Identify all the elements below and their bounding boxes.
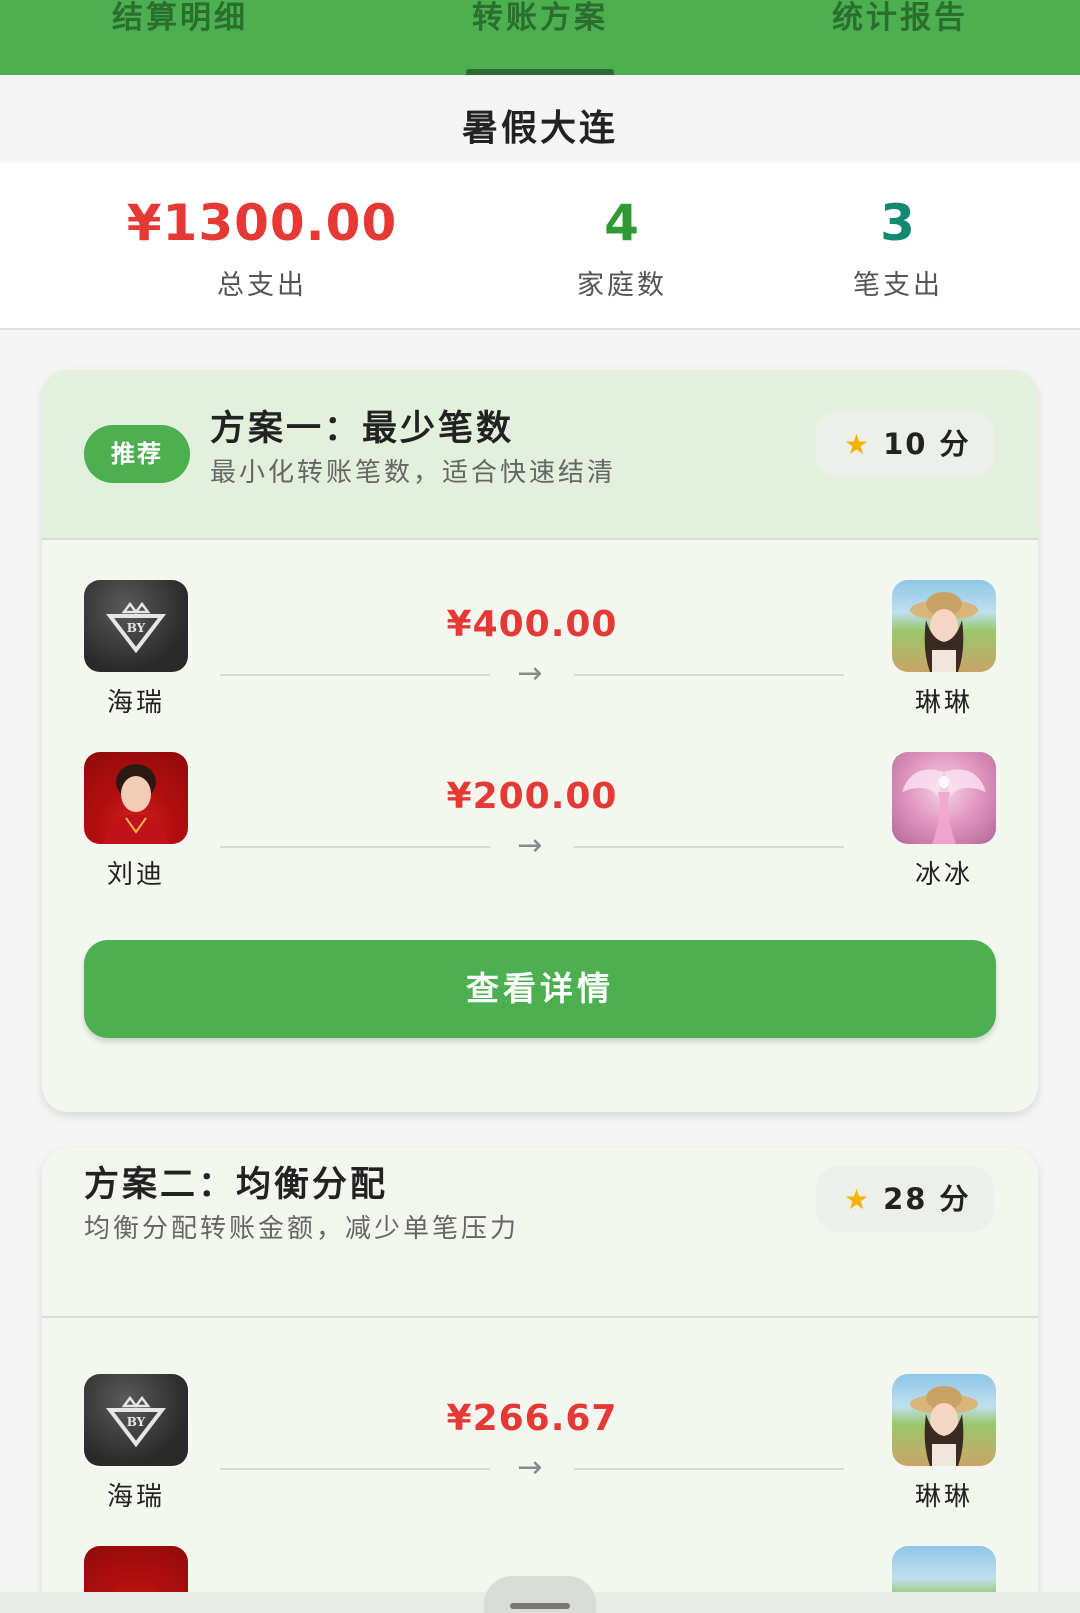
stat-total-value: ¥1300.00: [126, 194, 398, 252]
transfer-row: 刘迪 ¥200.00 → 冰冰: [42, 752, 1038, 892]
portrait-photo: [910, 592, 978, 672]
score-chip: ★ 28 分: [816, 1166, 994, 1232]
divider-line: [574, 1468, 844, 1470]
plan-description: 均衡分配转账金额，减少单笔压力: [84, 1214, 520, 1244]
svg-text:BY: BY: [127, 621, 146, 635]
summary-stats: ¥1300.00 总支出 4 家庭数 3 笔支出: [0, 163, 1080, 330]
avatar: [892, 1374, 996, 1466]
crown-logo-icon: BY: [106, 602, 166, 654]
avatar: BY: [84, 1374, 188, 1466]
trip-title: 暑假大连: [0, 75, 1080, 163]
avatar: [84, 752, 188, 844]
payer-name: 海瑞: [106, 1482, 165, 1512]
crown-logo-icon: BY: [106, 1396, 166, 1448]
divider-line: [220, 1468, 490, 1470]
stat-family-label: 家庭数: [577, 270, 667, 301]
avatar: [892, 580, 996, 672]
transfer-row: BY 海瑞 ¥400.00 → 琳琳: [42, 580, 1038, 720]
plan-title: 方案二：均衡分配: [84, 1165, 389, 1205]
avatar: [892, 752, 996, 844]
star-icon: ★: [844, 1183, 872, 1216]
phoenix-art-photo: [902, 769, 986, 844]
plan-card-header: 方案二：均衡分配 均衡分配转账金额，减少单笔压力 ★ 28 分: [42, 1148, 1038, 1318]
plan-card-header: 推荐 方案一：最少笔数 最小化转账笔数，适合快速结清 ★ 10 分: [42, 370, 1038, 540]
recommended-badge: 推荐: [84, 425, 190, 483]
view-details-button[interactable]: 查看详情: [84, 940, 996, 1038]
tab-settlement-details[interactable]: 结算明细: [0, 0, 360, 75]
stat-total-label: 总支出: [217, 270, 307, 301]
payer-name: 刘迪: [106, 860, 165, 890]
portrait-photo: [104, 764, 168, 844]
arrow-right-icon: →: [517, 656, 543, 691]
payee-name: 琳琳: [914, 688, 973, 718]
stat-family-count: 4 家庭数: [462, 191, 782, 302]
transfer-amount: ¥266.67: [446, 1398, 618, 1439]
divider-line: [574, 846, 844, 848]
stat-total-expense: ¥1300.00 总支出: [102, 191, 422, 302]
divider-line: [220, 674, 490, 676]
plan-description: 最小化转账笔数，适合快速结清: [210, 458, 617, 488]
stat-family-value: 4: [604, 194, 640, 252]
score-value: 28 分: [883, 1182, 971, 1216]
payee-name: 冰冰: [914, 860, 973, 890]
plan-title: 方案一：最少笔数: [210, 409, 515, 449]
tab-transfer-plans[interactable]: 转账方案: [360, 0, 720, 75]
tab-statistics-report[interactable]: 统计报告: [720, 0, 1080, 75]
score-chip: ★ 10 分: [816, 411, 994, 477]
transfer-amount: ¥400.00: [446, 604, 618, 645]
stat-expense-count: 3 笔支出: [738, 191, 1058, 302]
plan-card-1[interactable]: 推荐 方案一：最少笔数 最小化转账笔数，适合快速结清 ★ 10 分 BY 海瑞 ¥…: [42, 370, 1038, 1112]
plan-card-2[interactable]: 方案二：均衡分配 均衡分配转账金额，减少单笔压力 ★ 28 分 BY 海瑞 ¥26…: [42, 1148, 1038, 1613]
stat-expense-value: 3: [880, 194, 916, 252]
transfer-amount: ¥200.00: [446, 776, 618, 817]
svg-text:BY: BY: [127, 1415, 146, 1429]
payer-name: 海瑞: [106, 688, 165, 718]
divider-line: [574, 674, 844, 676]
handle-bar-icon: [510, 1603, 570, 1609]
transfer-row: BY 海瑞 ¥266.67 → 琳琳: [42, 1374, 1038, 1514]
avatar: BY: [84, 580, 188, 672]
portrait-photo: [910, 1386, 978, 1466]
top-tab-bar: 结算明细 转账方案 统计报告: [0, 0, 1080, 75]
payee-name: 琳琳: [914, 1482, 973, 1512]
divider-line: [220, 846, 490, 848]
star-icon: ★: [844, 428, 872, 461]
arrow-right-icon: →: [517, 1450, 543, 1485]
score-value: 10 分: [883, 427, 971, 461]
arrow-right-icon: →: [517, 828, 543, 863]
stat-expense-label: 笔支出: [853, 270, 943, 301]
